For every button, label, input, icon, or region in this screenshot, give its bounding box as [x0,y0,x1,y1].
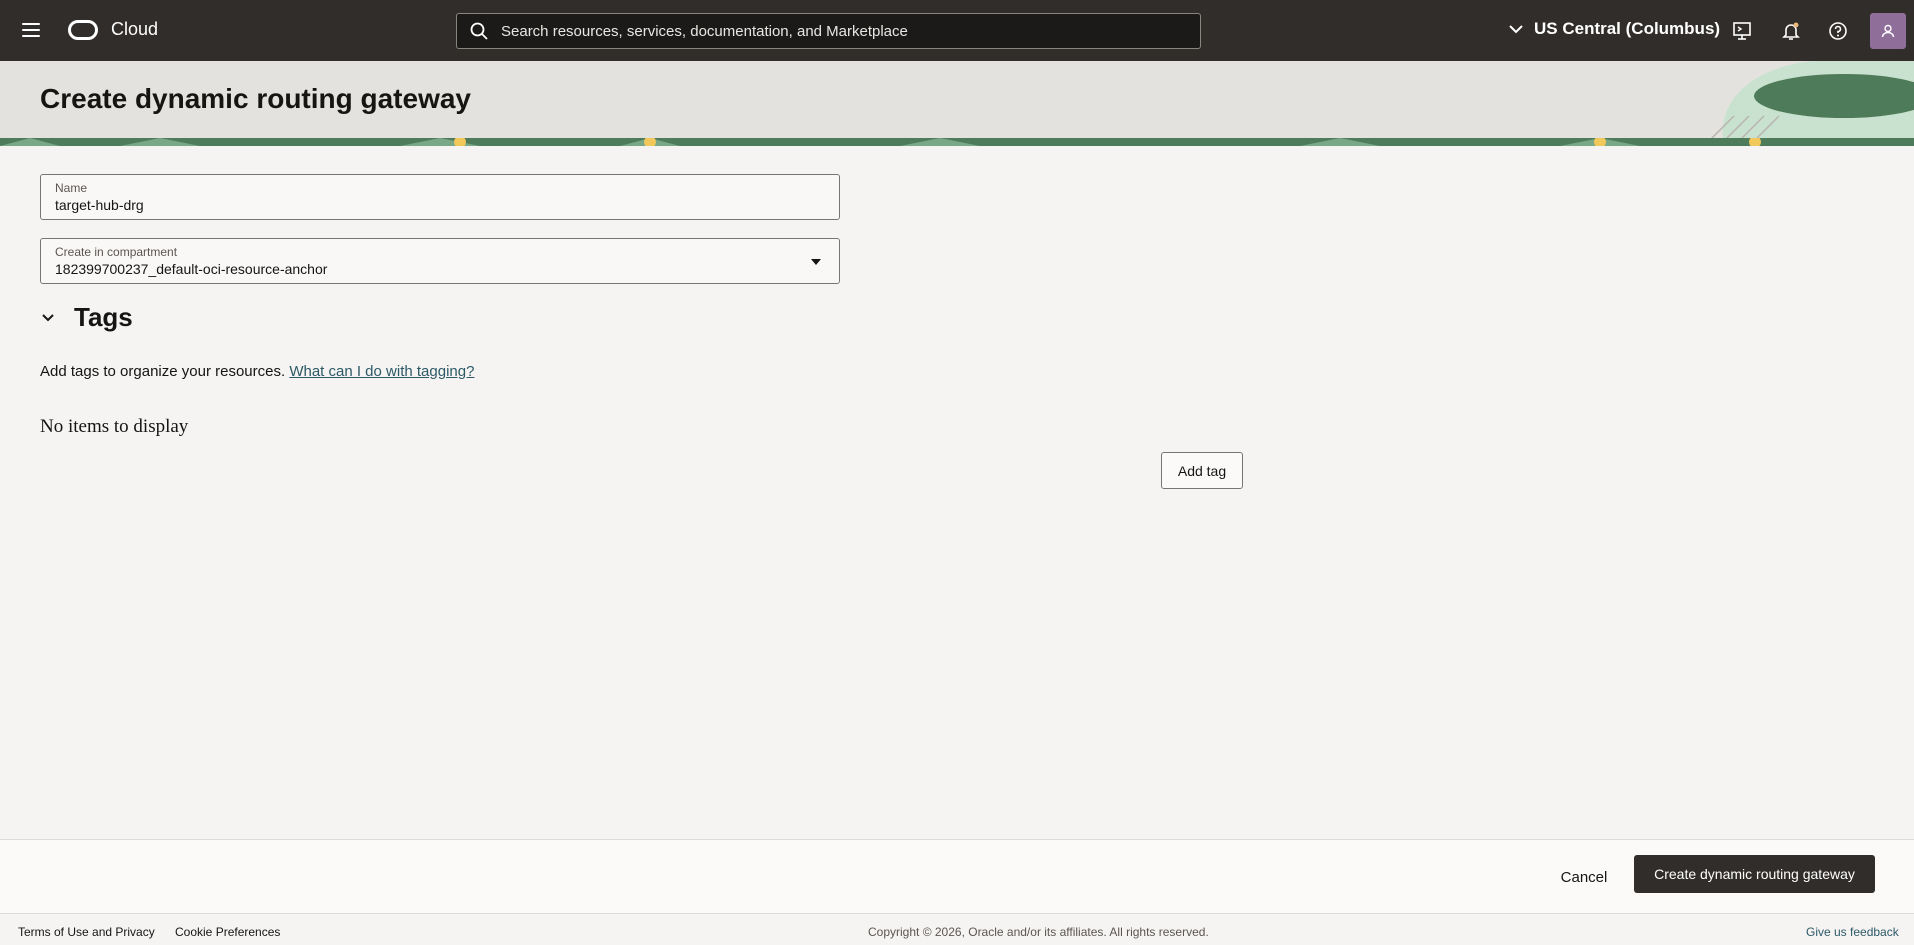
page-title: Create dynamic routing gateway [40,83,472,114]
compartment-select-label: Create in compartment [55,245,178,259]
action-bar: Cancel Create dynamic routing gateway [0,839,1914,914]
cookie-preferences-link[interactable]: Cookie Preferences [175,925,280,939]
tagging-help-link[interactable]: What can I do with tagging? [289,363,474,380]
tags-heading: Tags [74,302,133,332]
notifications-bell-icon[interactable] [1780,20,1802,42]
user-icon [1881,24,1895,38]
name-field-label: Name [55,181,88,195]
name-field[interactable]: Name target-hub-drg [40,174,840,220]
top-navigation-bar: Cloud US Central (Columbus) [0,0,1914,61]
name-field-value[interactable]: target-hub-drg [55,197,144,213]
add-tag-button[interactable]: Add tag [1161,452,1243,489]
caret-down-icon[interactable] [811,259,821,265]
tags-description-text: Add tags to organize your resources. [40,363,286,380]
chevron-down-icon[interactable] [40,312,56,324]
cloud-shell-icon[interactable] [1731,20,1753,42]
brand-label[interactable]: Cloud [111,19,158,40]
header-decoration [1703,61,1914,146]
chevron-down-icon [1509,25,1523,34]
page-header: Create dynamic routing gateway [0,61,1914,146]
search-bar[interactable] [456,13,1201,49]
compartment-select-value: 182399700237_default-oci-resource-anchor [55,261,328,277]
footer: Terms of Use and Privacy Cookie Preferen… [0,913,1914,945]
feedback-link[interactable]: Give us feedback [1806,925,1899,939]
tags-empty-state: No items to display [40,416,189,437]
menu-icon[interactable] [22,23,40,37]
oracle-logo-icon[interactable] [68,20,98,40]
tags-description: Add tags to organize your resources. Wha… [40,363,474,380]
search-input[interactable] [499,21,1200,41]
terms-link[interactable]: Terms of Use and Privacy [18,925,155,939]
tags-section-toggle[interactable]: Tags [40,302,133,333]
search-icon [470,22,488,40]
compartment-select[interactable]: Create in compartment 182399700237_defau… [40,238,840,284]
copyright-text: Copyright © 2026, Oracle and/or its affi… [868,925,1209,939]
region-selector[interactable]: US Central (Columbus) [1508,19,1720,39]
region-label: US Central (Columbus) [1534,19,1721,38]
header-stripe [0,138,1914,146]
user-avatar[interactable] [1870,13,1906,49]
cancel-button[interactable]: Cancel [1550,859,1618,896]
help-icon[interactable] [1827,20,1849,42]
create-drg-button[interactable]: Create dynamic routing gateway [1634,855,1875,893]
